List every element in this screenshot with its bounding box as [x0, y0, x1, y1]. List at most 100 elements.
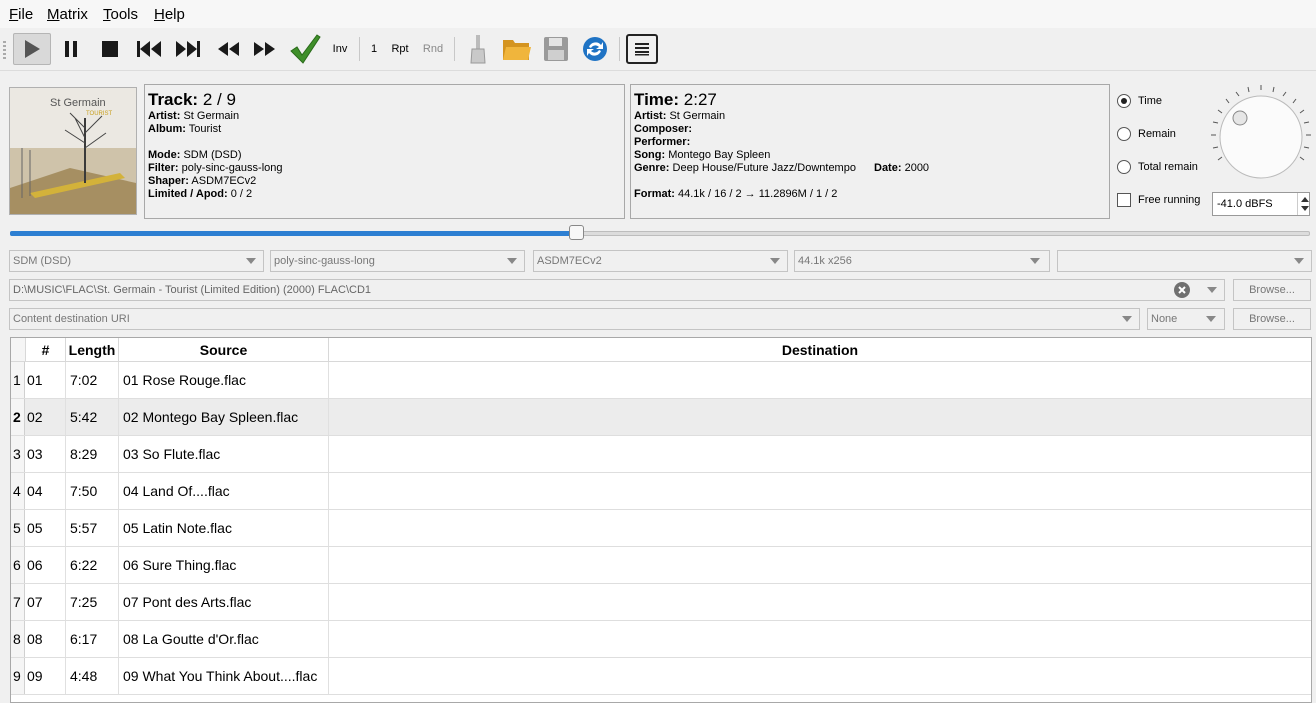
- menu-matrix[interactable]: Matrix: [47, 6, 88, 23]
- row-index[interactable]: 4: [11, 473, 25, 509]
- table-row[interactable]: 9 09 4:48 09 What You Think About....flac: [11, 658, 1311, 695]
- header-number[interactable]: #: [26, 338, 66, 362]
- row-index[interactable]: 1: [11, 362, 25, 398]
- output-combo[interactable]: [1057, 250, 1312, 272]
- random-button[interactable]: Rnd: [420, 33, 446, 65]
- next-track-button[interactable]: [173, 33, 203, 65]
- table-row[interactable]: 7 07 7:25 07 Pont des Arts.flac: [11, 584, 1311, 621]
- play-icon: [25, 40, 40, 58]
- column-divider: [65, 510, 66, 546]
- column-divider: [118, 658, 119, 694]
- row-index[interactable]: 6: [11, 547, 25, 583]
- repeat-button[interactable]: Rpt: [387, 33, 413, 65]
- volume-knob[interactable]: [1208, 82, 1314, 188]
- source-path-combo[interactable]: D:\MUSIC\FLAC\St. Germain - Tourist (Lim…: [9, 279, 1225, 301]
- apply-button[interactable]: [288, 33, 322, 65]
- table-row[interactable]: 1 01 7:02 01 Rose Rouge.flac: [11, 362, 1311, 399]
- volume-value: -41.0 dBFS: [1217, 198, 1273, 210]
- table-row[interactable]: 5 05 5:57 05 Latin Note.flac: [11, 510, 1311, 547]
- table-row[interactable]: 2 02 5:42 02 Montego Bay Spleen.flac: [11, 399, 1311, 436]
- song-line: Song: Montego Bay Spleen: [634, 149, 771, 161]
- spin-down-icon[interactable]: [1301, 206, 1309, 211]
- table-row[interactable]: 4 04 7:50 04 Land Of....flac: [11, 473, 1311, 510]
- playlist-button[interactable]: [626, 34, 658, 64]
- clear-icon[interactable]: [1174, 282, 1190, 298]
- chevron-down-icon: [1206, 316, 1216, 322]
- shaper-combo[interactable]: ASDM7ECv2: [533, 250, 788, 272]
- header-source[interactable]: Source: [119, 338, 329, 362]
- destination-option-combo[interactable]: None: [1147, 308, 1225, 330]
- column-divider: [118, 473, 119, 509]
- refresh-button[interactable]: [578, 33, 612, 65]
- chevron-down-icon: [1030, 258, 1040, 264]
- previous-track-button[interactable]: [134, 33, 164, 65]
- pause-button[interactable]: [58, 33, 84, 65]
- time-line: Time: 2:27: [634, 90, 717, 109]
- row-index[interactable]: 3: [11, 436, 25, 472]
- save-button[interactable]: [540, 33, 572, 65]
- clear-button[interactable]: [463, 33, 493, 65]
- skip-forward-icon: [176, 41, 200, 57]
- chevron-down-icon: [507, 258, 517, 264]
- header-destination[interactable]: Destination: [329, 338, 1311, 362]
- track-source: 01 Rose Rouge.flac: [123, 372, 246, 388]
- total-remain-radio[interactable]: [1117, 160, 1131, 174]
- time-info-panel: Time: 2:27 Artist: St Germain Composer: …: [630, 84, 1110, 219]
- composer-line: Composer:: [634, 123, 693, 135]
- column-divider: [328, 584, 329, 620]
- row-index[interactable]: 5: [11, 510, 25, 546]
- table-row[interactable]: 3 03 8:29 03 So Flute.flac: [11, 436, 1311, 473]
- track-source: 02 Montego Bay Spleen.flac: [123, 409, 299, 425]
- free-running-checkbox[interactable]: [1117, 193, 1131, 207]
- corner-header: [11, 338, 26, 362]
- menu-help[interactable]: Help: [154, 6, 185, 23]
- track-length: 8:29: [70, 446, 98, 462]
- play-button[interactable]: [13, 33, 51, 65]
- volume-spinbox[interactable]: -41.0 dBFS: [1212, 192, 1310, 216]
- destination-browse-button[interactable]: Browse...: [1233, 308, 1311, 330]
- row-index[interactable]: 8: [11, 621, 25, 657]
- menu-tools[interactable]: Tools: [103, 6, 138, 23]
- track-length: 7:50: [70, 483, 98, 499]
- invert-button[interactable]: Inv: [328, 33, 352, 65]
- volume-spin-buttons[interactable]: [1297, 193, 1311, 215]
- destination-uri-combo[interactable]: Content destination URI: [9, 308, 1140, 330]
- fast-forward-button[interactable]: [250, 33, 280, 65]
- track-length: 7:25: [70, 594, 98, 610]
- chevron-down-icon: [1207, 287, 1217, 293]
- remain-radio[interactable]: [1117, 127, 1131, 141]
- stop-button[interactable]: [97, 33, 123, 65]
- toolbar-grip[interactable]: [3, 41, 6, 59]
- row-index[interactable]: 9: [11, 658, 25, 694]
- column-divider: [65, 621, 66, 657]
- row-index[interactable]: 2: [11, 399, 25, 435]
- mode-combo[interactable]: SDM (DSD): [9, 250, 264, 272]
- spin-up-icon[interactable]: [1301, 197, 1309, 202]
- table-row[interactable]: 8 08 6:17 08 La Goutte d'Or.flac: [11, 621, 1311, 658]
- checkmark-icon: [290, 34, 321, 64]
- track-number: 04: [27, 483, 43, 499]
- menu-file[interactable]: File: [9, 6, 33, 23]
- filter-combo[interactable]: poly-sinc-gauss-long: [270, 250, 525, 272]
- rate-combo[interactable]: 44.1k x256: [794, 250, 1050, 272]
- seek-slider-handle[interactable]: [568, 225, 584, 240]
- track-number: 05: [27, 520, 43, 536]
- table-row[interactable]: 6 06 6:22 06 Sure Thing.flac: [11, 547, 1311, 584]
- mode-line: Mode: SDM (DSD): [148, 149, 242, 161]
- header-length[interactable]: Length: [66, 338, 119, 362]
- toolbar-separator: [359, 37, 360, 61]
- column-divider: [328, 510, 329, 546]
- album-art-title: TOURIST: [86, 111, 113, 117]
- shaper-line: Shaper: ASDM7ECv2: [148, 175, 257, 187]
- repeat-count[interactable]: 1: [367, 33, 381, 65]
- row-index[interactable]: 7: [11, 584, 25, 620]
- open-folder-button[interactable]: [500, 33, 534, 65]
- time-radio[interactable]: [1117, 94, 1131, 108]
- toolbar: Inv 1 Rpt Rnd: [0, 28, 1316, 71]
- source-browse-button[interactable]: Browse...: [1233, 279, 1311, 301]
- rewind-button[interactable]: [213, 33, 243, 65]
- track-length: 7:02: [70, 372, 98, 388]
- menu-bar: File Matrix Tools Help: [0, 0, 1316, 28]
- track-number: 09: [27, 668, 43, 684]
- performer-line: Performer:: [634, 136, 691, 148]
